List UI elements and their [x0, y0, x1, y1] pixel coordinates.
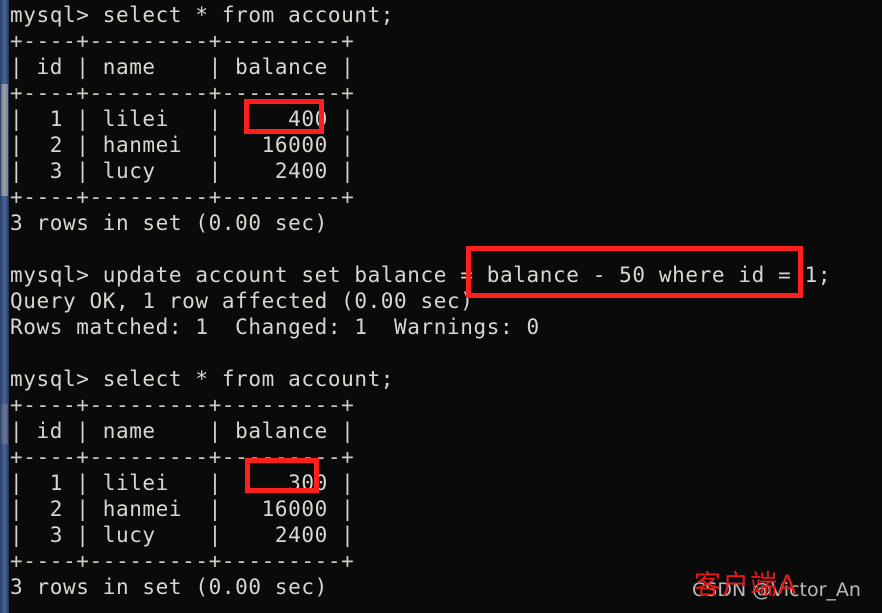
table-row: | 2 | hanmei | 16000 |: [10, 133, 355, 157]
terminal-line-update: mysql> update account set balance = bala…: [10, 263, 832, 287]
terminal-line: mysql> select * from account;: [10, 3, 395, 27]
rows-matched-status: Rows matched: 1 Changed: 1 Warnings: 0: [10, 315, 540, 339]
scrollbar-thumb[interactable]: [1, 84, 8, 196]
watermark: CSDN @Victor_An 客户端A: [686, 563, 876, 609]
scrollbar-thumb-secondary[interactable]: [1, 404, 8, 444]
table-row: | 3 | lucy | 2400 |: [10, 523, 355, 547]
query-ok-status: Query OK, 1 row affected (0.00 sec): [10, 289, 474, 313]
table-row: | 3 | lucy | 2400 |: [10, 159, 355, 183]
table-row: | 1 | lilei | 400 |: [10, 107, 355, 131]
rows-in-set-status: 3 rows in set (0.00 sec): [10, 211, 328, 235]
table-border-mid: +----+---------+---------+: [10, 81, 355, 105]
terminal-output[interactable]: mysql> select * from account; +----+----…: [9, 0, 882, 613]
table-row: | 1 | lilei | 300 |: [10, 471, 355, 495]
terminal-window: mysql> select * from account; +----+----…: [0, 0, 882, 613]
terminal-line: mysql> select * from account;: [10, 367, 395, 391]
table-header-row: | id | name | balance |: [10, 55, 355, 79]
table-row: | 2 | hanmei | 16000 |: [10, 497, 355, 521]
table-border-top: +----+---------+---------+: [10, 29, 355, 53]
table-border-bottom: +----+---------+---------+: [10, 185, 355, 209]
watermark-label-cn: 客户端A: [694, 570, 798, 601]
table-border-top: +----+---------+---------+: [10, 393, 355, 417]
table-border-mid: +----+---------+---------+: [10, 445, 355, 469]
table-header-row: | id | name | balance |: [10, 419, 355, 443]
